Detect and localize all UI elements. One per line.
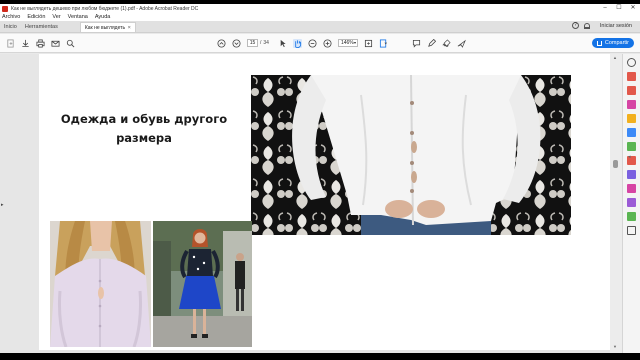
photo-lilac-shirt-woman [50, 221, 151, 347]
document-tab-label: Как не выглядеть ... [84, 24, 126, 31]
signin-link[interactable]: Iniciar sesión [600, 23, 632, 29]
fill-sign-tool-icon[interactable] [627, 198, 636, 207]
pdf-page: Одежда и обувь другого размера [39, 54, 610, 350]
account-area: ? Iniciar sesión [571, 22, 640, 32]
search-icon[interactable] [66, 39, 75, 48]
acrobat-logo-icon [2, 5, 8, 12]
acrobat-window: Как не выглядеть дешево при любом бюджет… [0, 4, 640, 353]
menu-edicion[interactable]: Edición [27, 14, 45, 20]
maximize-button[interactable]: ☐ [612, 4, 626, 13]
page-number-input[interactable]: 15 [247, 39, 258, 47]
menu-archivo[interactable]: Archivo [2, 14, 20, 20]
zoom-in-icon[interactable] [323, 38, 332, 48]
protect-icon[interactable] [627, 170, 636, 179]
next-page-icon[interactable] [232, 38, 241, 48]
save-icon[interactable] [21, 39, 30, 48]
photo-blue-skirt-street [153, 221, 252, 347]
share-button-label: Compartir [604, 40, 629, 46]
share-icon [596, 40, 602, 46]
more-tools-icon[interactable] [627, 226, 636, 235]
notifications-bell-icon[interactable] [583, 22, 590, 29]
scrollbar-thumb[interactable] [613, 160, 618, 168]
select-cursor-icon[interactable] [278, 39, 287, 48]
close-tab-icon[interactable]: × [128, 25, 131, 31]
scroll-down-icon[interactable]: ▼ [613, 344, 617, 349]
fit-page-icon[interactable] [364, 39, 373, 48]
tab-tools[interactable]: Herramientas [21, 24, 62, 32]
menu-bar: Archivo Edición Ver Ventana Ayuda [0, 13, 640, 21]
left-pane-toggle-icon[interactable]: ▸ [1, 202, 4, 208]
search-tool-icon[interactable] [627, 58, 636, 67]
page-total: 34 [263, 40, 269, 46]
vertical-scrollbar[interactable]: ▲ ▼ [610, 54, 622, 353]
scroll-up-icon[interactable]: ▲ [613, 55, 617, 60]
fill-sign-icon[interactable] [442, 38, 451, 48]
title-bar: Как не выглядеть дешево при любом бюджет… [0, 4, 640, 13]
highlight-pen-icon[interactable] [427, 38, 436, 48]
close-window-button[interactable]: ✕ [626, 4, 640, 13]
menu-ventana[interactable]: Ventana [68, 14, 88, 20]
combine-files-icon[interactable] [627, 128, 636, 137]
menu-ver[interactable]: Ver [52, 14, 60, 20]
create-pdf-icon[interactable] [627, 86, 636, 95]
collapse-pane-chevron-icon[interactable]: ◂ [628, 154, 631, 160]
window-controls: – ☐ ✕ [598, 4, 640, 13]
organize-pages-icon[interactable] [627, 142, 636, 151]
main-toolbar: 15 / 34 146% ▾ Compartir [0, 34, 640, 53]
tab-home[interactable]: Inicio [0, 24, 21, 32]
previous-page-icon[interactable] [217, 38, 226, 48]
print-icon[interactable] [36, 38, 45, 48]
tab-bar: Inicio Herramientas Как не выглядеть ...… [0, 21, 640, 33]
create-icon[interactable] [6, 38, 15, 48]
comment-icon[interactable] [412, 39, 421, 48]
zoom-level-select[interactable]: 146% ▾ [337, 39, 358, 47]
document-tab[interactable]: Как не выглядеть ... × [79, 22, 136, 32]
export-pdf-icon[interactable] [627, 72, 636, 81]
email-icon[interactable] [51, 39, 60, 48]
window-title: Как не выглядеть дешево при любом бюджет… [11, 5, 199, 12]
hand-tool-icon[interactable] [292, 38, 302, 48]
share-button[interactable]: Compartir [591, 38, 634, 48]
photo-white-shirt-damask [251, 75, 571, 235]
slide-title: Одежда и обувь другого размера [60, 112, 228, 145]
send-for-signature-icon[interactable] [627, 212, 636, 221]
minimize-button[interactable]: – [598, 4, 612, 13]
document-viewport[interactable]: ▸ Одежда и обувь другого размера ▲ ▼ [0, 54, 622, 353]
menu-ayuda[interactable]: Ayuda [95, 14, 111, 20]
edit-pdf-icon[interactable] [627, 100, 636, 109]
comment-tool-icon[interactable] [627, 114, 636, 123]
send-signature-icon[interactable] [457, 39, 466, 48]
scroll-mode-icon[interactable] [379, 38, 388, 48]
help-icon[interactable]: ? [571, 22, 579, 29]
zoom-out-icon[interactable] [308, 38, 317, 48]
page-separator: / [260, 40, 262, 46]
optimize-pdf-icon[interactable] [627, 184, 636, 193]
zoom-level-value: 146% [340, 40, 354, 46]
right-tools-pane: ◂ [622, 54, 640, 353]
chevron-down-icon: ▾ [353, 40, 356, 45]
